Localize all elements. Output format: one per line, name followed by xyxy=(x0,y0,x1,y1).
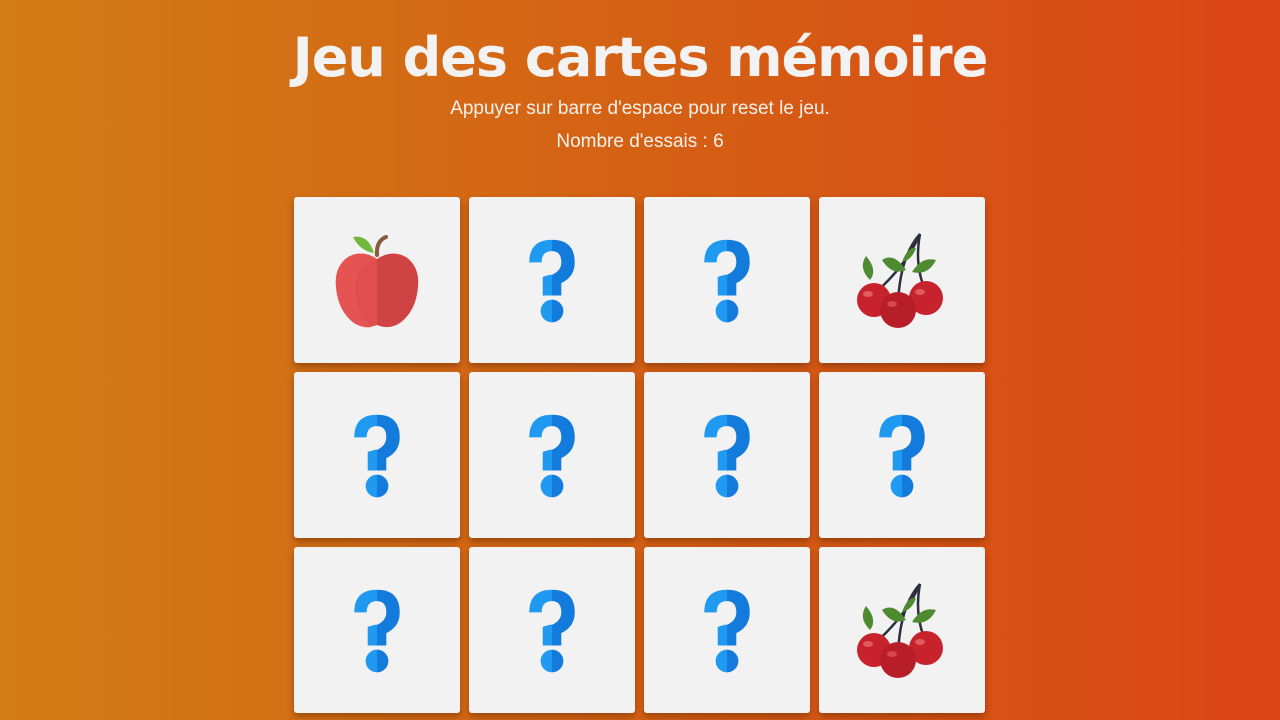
question-mark-icon xyxy=(346,581,408,679)
attempts-counter: Nombre d'essais : 6 xyxy=(556,131,724,152)
question-mark-icon xyxy=(696,406,758,504)
instructions-text: Appuyer sur barre d'espace pour reset le… xyxy=(450,98,830,119)
memory-card-hidden[interactable] xyxy=(469,197,635,363)
memory-card-hidden[interactable] xyxy=(294,547,460,713)
memory-card-revealed[interactable] xyxy=(819,197,985,363)
cherries-icon xyxy=(856,230,948,330)
memory-card-revealed[interactable] xyxy=(819,547,985,713)
question-mark-icon xyxy=(346,406,408,504)
memory-card-hidden[interactable] xyxy=(469,547,635,713)
memory-card-revealed[interactable] xyxy=(294,197,460,363)
memory-card-hidden[interactable] xyxy=(294,372,460,538)
memory-card-hidden[interactable] xyxy=(819,372,985,538)
question-mark-icon xyxy=(696,231,758,329)
question-mark-icon xyxy=(696,581,758,679)
memory-card-hidden[interactable] xyxy=(644,372,810,538)
question-mark-icon xyxy=(871,406,933,504)
card-grid xyxy=(294,197,985,713)
page-title: Jeu des cartes mémoire xyxy=(292,26,989,89)
question-mark-icon xyxy=(521,581,583,679)
memory-card-hidden[interactable] xyxy=(644,547,810,713)
apple-icon xyxy=(332,229,422,331)
memory-card-hidden[interactable] xyxy=(469,372,635,538)
memory-card-hidden[interactable] xyxy=(644,197,810,363)
cherries-icon xyxy=(856,580,948,680)
question-mark-icon xyxy=(521,406,583,504)
question-mark-icon xyxy=(521,231,583,329)
